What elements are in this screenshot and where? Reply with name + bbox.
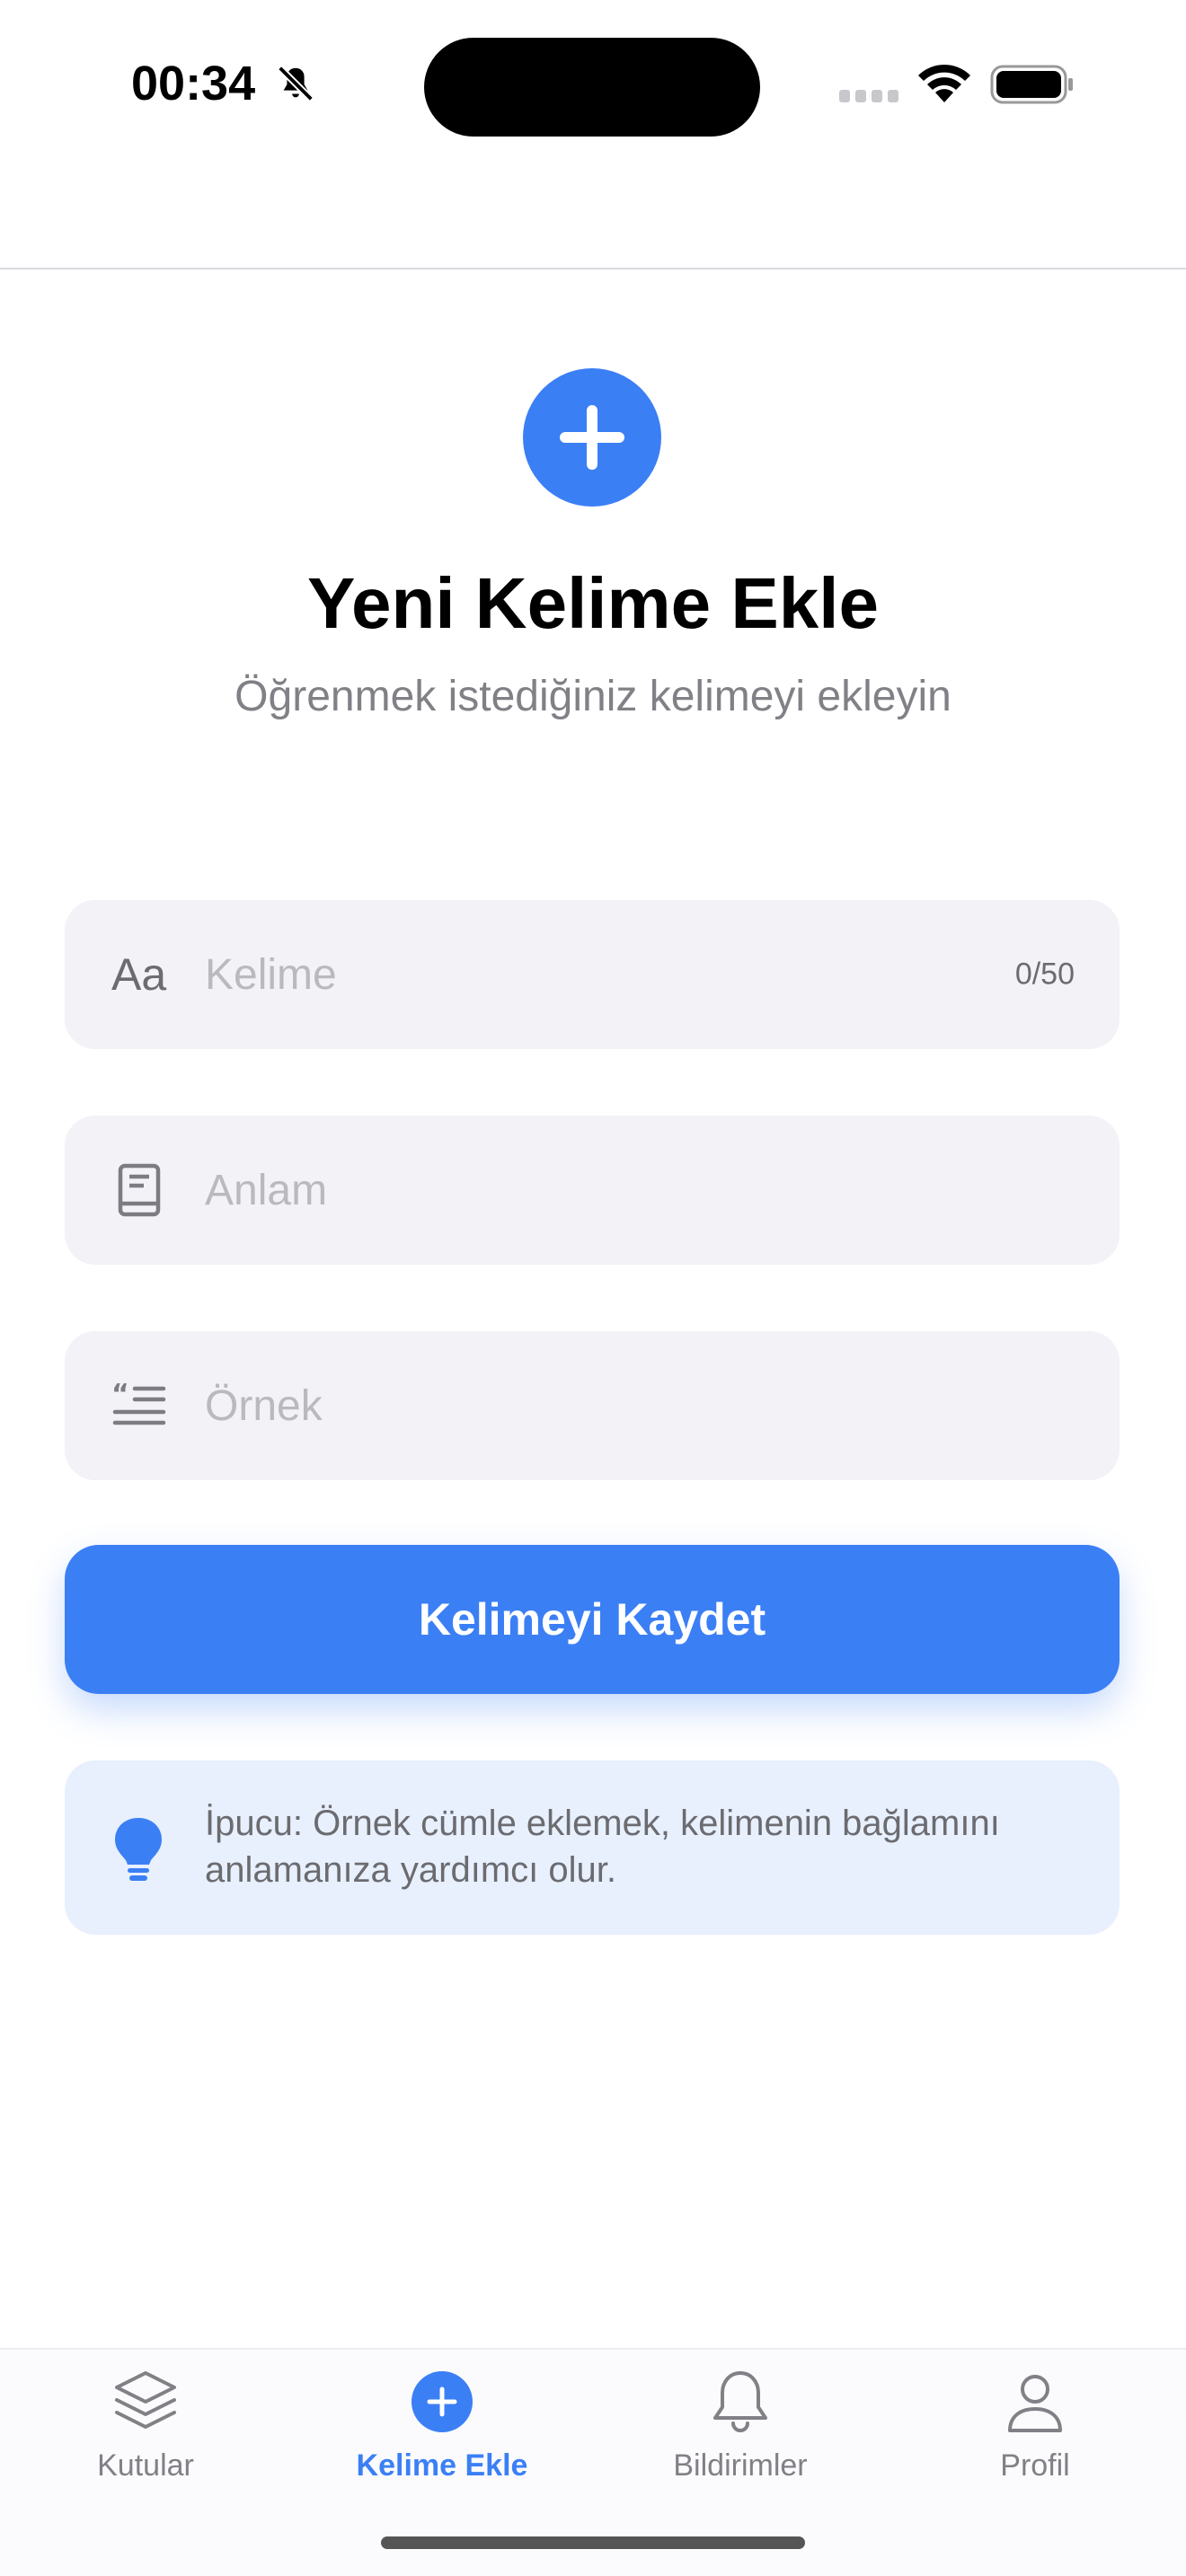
tip-text-line: İpucu: Örnek cümle eklemek, kelimenin ba…: [205, 1804, 1000, 1843]
tip-text: İpucu: Örnek cümle eklemek, kelimenin ba…: [205, 1800, 1103, 1893]
stack-icon: [115, 2371, 176, 2429]
page-subtitle: Öğrenmek istediğiniz kelimeyi ekleyin: [235, 673, 951, 720]
tip-text-line: anlamanıza yardımcı olur.: [205, 1850, 616, 1890]
example-input[interactable]: [205, 1331, 1013, 1480]
word-input[interactable]: [205, 900, 1013, 1049]
status-bar: 00:34: [0, 0, 1186, 171]
tab-bildirimler[interactable]: Bildirimler: [606, 2368, 875, 2502]
status-time: 00:34: [131, 57, 256, 110]
page-title: Yeni Kelime Ekle: [307, 563, 879, 643]
meaning-input[interactable]: [205, 1116, 1013, 1265]
word-character-counter: 0/50: [1014, 957, 1075, 992]
cellular-signal-icon: [839, 90, 898, 102]
tab-profil[interactable]: Profil: [900, 2368, 1170, 2502]
tab-kutular[interactable]: Kutular: [11, 2368, 280, 2502]
lightbulb-icon: [115, 1818, 162, 1881]
tab-label: Kelime Ekle: [356, 2448, 528, 2483]
dynamic-island: [424, 38, 760, 137]
add-word-plus-icon: [523, 368, 661, 507]
save-word-button[interactable]: Kelimeyi Kaydet: [65, 1545, 1120, 1694]
person-icon: [1008, 2375, 1062, 2432]
tab-label: Profil: [1000, 2448, 1070, 2483]
tab-label: Bildirimler: [673, 2448, 808, 2483]
bell-slash-icon: [278, 66, 314, 101]
header-divider: [0, 268, 1186, 269]
tab-kelime-ekle[interactable]: Kelime Ekle: [307, 2368, 577, 2502]
svg-text:“: “: [111, 1379, 129, 1410]
home-indicator[interactable]: [381, 2536, 805, 2549]
tab-label: Kutular: [97, 2448, 194, 2483]
quote-text-icon: “: [111, 1379, 166, 1425]
meaning-field[interactable]: [65, 1116, 1120, 1265]
wifi-icon: [918, 64, 970, 102]
plus-circle-icon: [412, 2371, 473, 2432]
word-field[interactable]: Aa 0/50: [65, 900, 1120, 1049]
example-field[interactable]: “: [65, 1331, 1120, 1480]
battery-icon: [990, 65, 1073, 104]
text-format-icon: Aa: [111, 949, 167, 1000]
tip-box: İpucu: Örnek cümle eklemek, kelimenin ba…: [65, 1760, 1120, 1935]
bell-icon: [713, 2371, 767, 2432]
book-icon: [118, 1163, 161, 1217]
